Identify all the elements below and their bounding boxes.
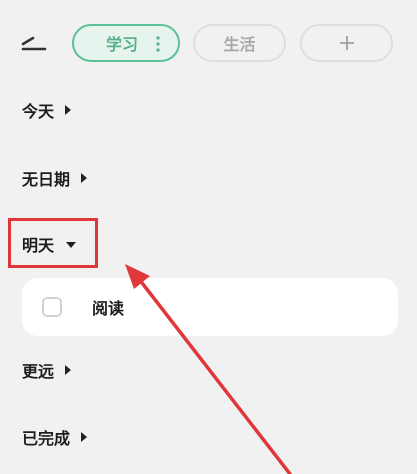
- section-no-date-label: 无日期: [22, 170, 71, 189]
- top-bar: 学习 生活: [0, 0, 417, 90]
- section-later[interactable]: 更远: [22, 358, 72, 382]
- tab-life[interactable]: 生活: [193, 24, 286, 62]
- section-later-label: 更远: [22, 362, 55, 381]
- tab-life-label: 生活: [223, 35, 256, 54]
- tab-study[interactable]: 学习: [72, 24, 180, 62]
- section-done[interactable]: 已完成: [22, 425, 88, 449]
- hamburger-icon[interactable]: [20, 34, 48, 54]
- plus-icon: [339, 36, 354, 50]
- caret-right-icon: [65, 365, 72, 375]
- annotation-highlight-box: [8, 218, 98, 268]
- task-label: 阅读: [92, 299, 125, 318]
- section-today[interactable]: 今天: [22, 98, 72, 122]
- section-today-label: 今天: [22, 102, 55, 121]
- task-checkbox[interactable]: [42, 297, 62, 317]
- section-done-label: 已完成: [22, 429, 71, 448]
- tab-study-label: 学习: [105, 35, 138, 54]
- caret-right-icon: [81, 432, 88, 442]
- caret-right-icon: [65, 105, 72, 115]
- add-category-button[interactable]: [300, 24, 393, 62]
- caret-right-icon: [81, 173, 88, 183]
- task-card[interactable]: 阅读: [22, 278, 398, 336]
- more-vertical-icon[interactable]: [156, 36, 160, 52]
- section-no-date[interactable]: 无日期: [22, 166, 88, 190]
